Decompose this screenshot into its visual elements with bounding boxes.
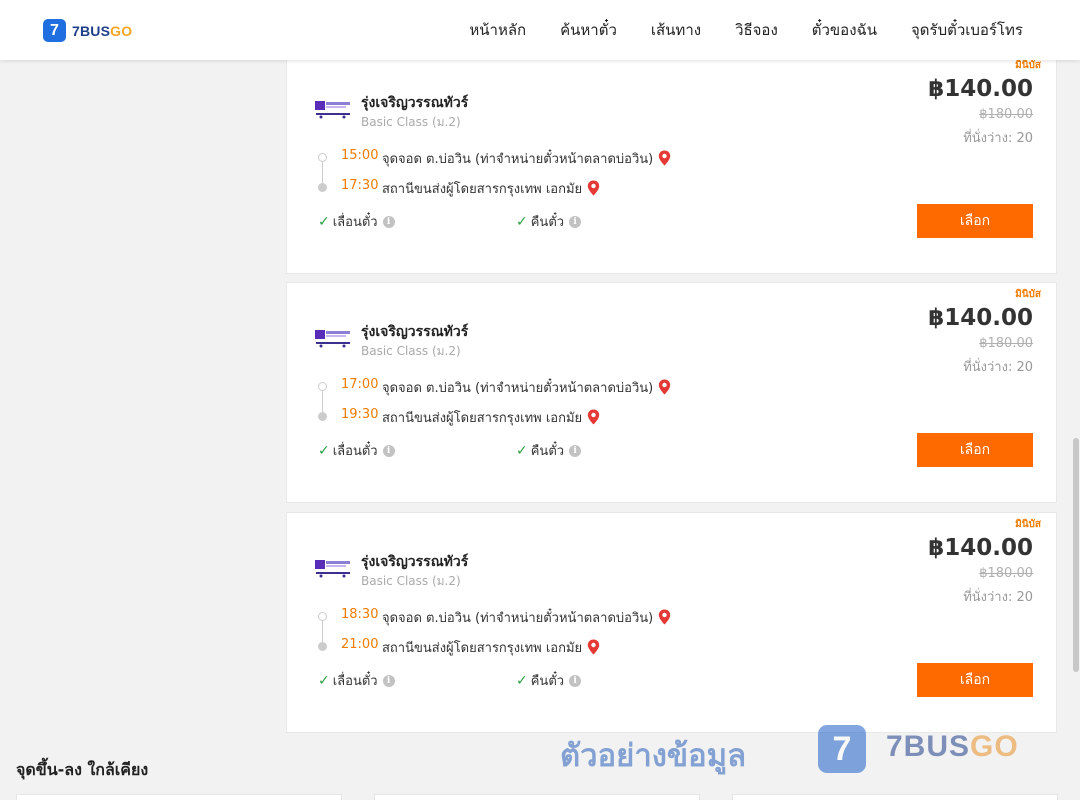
watermark-text: ตัวอย่างข้อมูล xyxy=(560,738,747,774)
check-icon: ✓ xyxy=(516,442,528,459)
pin-icon[interactable] xyxy=(587,409,600,425)
check-icon: ✓ xyxy=(318,442,330,459)
feature-reschedule: ✓ เลื่อนตั๋ว i xyxy=(318,440,395,461)
info-icon[interactable]: i xyxy=(382,444,395,457)
info-icon[interactable]: i xyxy=(382,674,395,687)
original-price: ฿180.00 xyxy=(979,336,1033,351)
info-icon[interactable]: i xyxy=(569,215,582,228)
operator-name: รุ่งเจริญวรรณทัวร์ xyxy=(361,554,469,570)
vehicle-type-badge: มินิบัส xyxy=(1015,289,1041,300)
trip-card: มินิบัส รุ่งเจริญวรรณทัวร์ Basic Class (… xyxy=(286,512,1057,733)
nearby-stop-card[interactable] xyxy=(732,794,1058,800)
check-icon: ✓ xyxy=(318,672,330,689)
seats-available: ที่นั่งว่าง: 20 xyxy=(963,360,1033,375)
nav-my-tickets[interactable]: ตั๋วของฉัน xyxy=(812,18,877,42)
watermark-logo-icon: 7 xyxy=(818,725,866,773)
operator-logo xyxy=(315,330,350,348)
nav-how-to-book[interactable]: วิธีจอง xyxy=(735,18,778,42)
arrive-time: 21:00 xyxy=(341,637,379,652)
nav-home[interactable]: หน้าหลัก xyxy=(469,18,526,42)
operator-name: รุ่งเจริญวรรณทัวร์ xyxy=(361,95,469,111)
arrive-place[interactable]: สถานีขนส่งผู้โดยสารกรุงเทพ เอกมัย xyxy=(382,178,600,199)
original-price: ฿180.00 xyxy=(979,107,1033,122)
scrollbar-thumb[interactable] xyxy=(1073,438,1079,672)
page-scrollbar[interactable] xyxy=(1072,60,1080,800)
operator-logo xyxy=(315,101,350,119)
original-price: ฿180.00 xyxy=(979,566,1033,581)
pin-icon[interactable] xyxy=(587,180,600,196)
price: ฿140.00 xyxy=(928,305,1033,331)
info-icon[interactable]: i xyxy=(382,215,395,228)
trip-card: มินิบัส รุ่งเจริญวรรณทัวร์ Basic Class (… xyxy=(286,45,1057,274)
depart-dot xyxy=(318,612,327,621)
site-logo[interactable]: 7 7BUSGO xyxy=(43,19,132,42)
check-icon: ✓ xyxy=(516,213,528,230)
depart-place[interactable]: จุดจอด ต.บ่อวิน (ท่าจำหน่ายตั๋วหน้าตลาดบ… xyxy=(382,148,671,169)
check-icon: ✓ xyxy=(318,213,330,230)
logo-mark-icon: 7 xyxy=(43,19,66,42)
depart-place[interactable]: จุดจอด ต.บ่อวิน (ท่าจำหน่ายตั๋วหน้าตลาดบ… xyxy=(382,607,671,628)
trip-card: มินิบัส รุ่งเจริญวรรณทัวร์ Basic Class (… xyxy=(286,282,1057,503)
select-trip-button[interactable]: เลือก xyxy=(917,663,1033,697)
feature-reschedule: ✓ เลื่อนตั๋ว i xyxy=(318,211,395,232)
arrive-time: 19:30 xyxy=(341,407,379,422)
depart-time: 18:30 xyxy=(341,607,379,622)
arrive-place[interactable]: สถานีขนส่งผู้โดยสารกรุงเทพ เอกมัย xyxy=(382,637,600,658)
arrive-dot xyxy=(318,642,327,651)
bus-class: Basic Class (ม.2) xyxy=(361,344,461,358)
arrive-place[interactable]: สถานีขนส่งผู้โดยสารกรุงเทพ เอกมัย xyxy=(382,407,600,428)
nearby-stop-card[interactable] xyxy=(16,794,342,800)
depart-time: 15:00 xyxy=(341,148,379,163)
pin-icon[interactable] xyxy=(658,379,671,395)
logo-text: 7BUSGO xyxy=(72,22,133,39)
pin-icon[interactable] xyxy=(658,609,671,625)
bus-class: Basic Class (ม.2) xyxy=(361,115,461,129)
price: ฿140.00 xyxy=(928,76,1033,102)
nav-routes[interactable]: เส้นทาง xyxy=(651,18,701,42)
price: ฿140.00 xyxy=(928,535,1033,561)
pin-icon[interactable] xyxy=(587,639,600,655)
info-icon[interactable]: i xyxy=(569,674,582,687)
feature-refund: ✓ คืนตั๋ว i xyxy=(516,211,582,232)
feature-refund: ✓ คืนตั๋ว i xyxy=(516,440,582,461)
nav-ticket-pickup-phone[interactable]: จุดรับตั๋วเบอร์โทร xyxy=(911,18,1023,42)
depart-time: 17:00 xyxy=(341,377,379,392)
watermark-brand: 7BUSGO xyxy=(886,730,1019,763)
arrive-time: 17:30 xyxy=(341,178,379,193)
arrive-dot xyxy=(318,412,327,421)
nearby-stops-title: จุดขึ้น-ลง ใกล้เคียง xyxy=(16,760,149,779)
info-icon[interactable]: i xyxy=(569,444,582,457)
depart-dot xyxy=(318,153,327,162)
select-trip-button[interactable]: เลือก xyxy=(917,433,1033,467)
nav-search-tickets[interactable]: ค้นหาตั๋ว xyxy=(560,18,617,42)
operator-logo xyxy=(315,560,350,578)
check-icon: ✓ xyxy=(516,672,528,689)
bus-class: Basic Class (ม.2) xyxy=(361,574,461,588)
pin-icon[interactable] xyxy=(658,150,671,166)
main-nav: หน้าหลัก ค้นหาตั๋ว เส้นทาง วิธีจอง ตั๋วข… xyxy=(435,0,1023,60)
depart-place[interactable]: จุดจอด ต.บ่อวิน (ท่าจำหน่ายตั๋วหน้าตลาดบ… xyxy=(382,377,671,398)
vehicle-type-badge: มินิบัส xyxy=(1015,60,1041,71)
nearby-stop-card[interactable] xyxy=(374,794,700,800)
feature-reschedule: ✓ เลื่อนตั๋ว i xyxy=(318,670,395,691)
vehicle-type-badge: มินิบัส xyxy=(1015,519,1041,530)
seats-available: ที่นั่งว่าง: 20 xyxy=(963,590,1033,605)
arrive-dot xyxy=(318,183,327,192)
operator-name: รุ่งเจริญวรรณทัวร์ xyxy=(361,324,469,340)
seats-available: ที่นั่งว่าง: 20 xyxy=(963,131,1033,146)
top-header: 7 7BUSGO หน้าหลัก ค้นหาตั๋ว เส้นทาง วิธี… xyxy=(0,0,1080,60)
depart-dot xyxy=(318,382,327,391)
feature-refund: ✓ คืนตั๋ว i xyxy=(516,670,582,691)
select-trip-button[interactable]: เลือก xyxy=(917,204,1033,238)
